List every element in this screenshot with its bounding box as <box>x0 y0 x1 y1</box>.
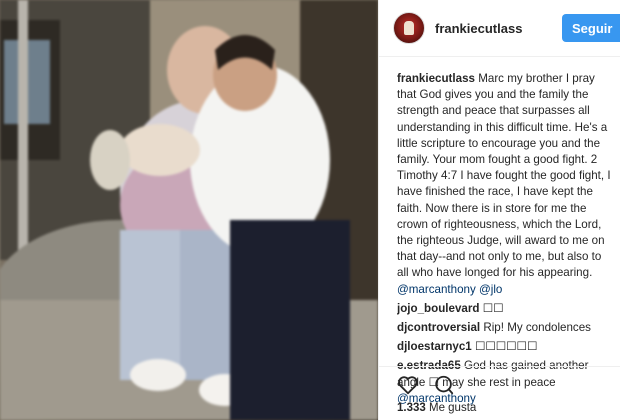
post-actions <box>379 366 620 403</box>
follow-button[interactable]: Seguir <box>562 14 620 42</box>
comment-username[interactable]: djcontroversial <box>397 321 480 334</box>
heart-icon[interactable] <box>397 374 419 396</box>
comments-section: frankiecutlass Marc my brother I pray th… <box>379 57 620 407</box>
comment-text: ☐☐ <box>482 301 504 315</box>
post-photo[interactable] <box>0 0 378 420</box>
avatar[interactable] <box>393 12 425 44</box>
post-caption: frankiecutlass Marc my brother I pray th… <box>397 71 612 298</box>
caption-text: Marc my brother I pray that God gives yo… <box>397 72 611 280</box>
caption-mentions[interactable]: @marcanthony @jlo <box>397 283 502 296</box>
comment-item: djloestarnyc1 ☐☐☐☐☐☐ <box>397 339 612 355</box>
comment-item: jojo_boulevard ☐☐ <box>397 301 612 317</box>
avatar-figure <box>404 21 414 35</box>
comment-text: ☐☐☐☐☐☐ <box>474 340 538 354</box>
likes-count[interactable]: 1.333 Me gusta <box>397 402 476 414</box>
likes-label: Me gusta <box>428 402 477 414</box>
photo-illustration <box>0 0 378 420</box>
comment-username[interactable]: djloestarnyc1 <box>397 340 472 353</box>
comment-username[interactable]: jojo_boulevard <box>397 302 479 315</box>
post-header: frankiecutlass Seguir <box>379 0 620 57</box>
comment-item: djcontroversial Rip! My condolences <box>397 320 612 336</box>
post-side-panel: frankiecutlass Seguir frankiecutlass Mar… <box>378 0 620 420</box>
caption-username[interactable]: frankiecutlass <box>397 72 475 85</box>
comment-icon[interactable] <box>433 374 455 396</box>
comment-text: Rip! My condolences <box>483 321 591 335</box>
likes-number: 1.333 <box>397 402 426 414</box>
post-username[interactable]: frankiecutlass <box>435 21 522 36</box>
